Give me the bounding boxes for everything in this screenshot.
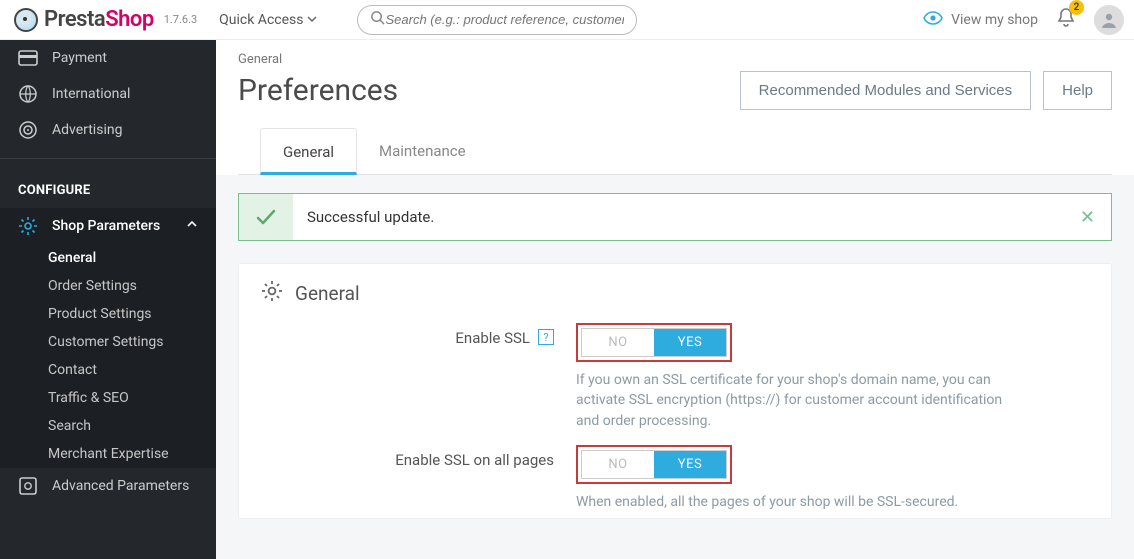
- topbar: PrestaShop 1.7.6.3 Quick Access View my …: [0, 0, 1134, 40]
- sidebar-item-shop-parameters[interactable]: Shop Parameters: [0, 208, 216, 244]
- sidebar-item-international[interactable]: International: [0, 76, 216, 112]
- notification-count-badge: 2: [1069, 0, 1084, 15]
- page-header: General Preferences Recommended Modules …: [216, 40, 1134, 175]
- field-enable-ssl: Enable SSL ? NO YES If you own an SSL ce…: [239, 315, 1111, 437]
- search-input[interactable]: [385, 12, 624, 27]
- sidebar-item-label: Advanced Parameters: [52, 478, 189, 494]
- globe-icon: [18, 84, 38, 104]
- sidebar-submenu-shop-parameters: General Order Settings Product Settings …: [0, 244, 216, 468]
- main-content: General Preferences Recommended Modules …: [216, 40, 1134, 559]
- page-title: Preferences: [238, 73, 398, 108]
- version-label: 1.7.6.3: [164, 13, 197, 26]
- panel-heading: General: [239, 264, 1111, 315]
- logo-icon: [14, 8, 38, 32]
- sidebar-item-label: Payment: [52, 50, 107, 66]
- sidebar-divider: [0, 158, 216, 159]
- recommended-modules-button[interactable]: Recommended Modules and Services: [740, 71, 1031, 110]
- tabs: General Maintenance: [238, 128, 1112, 175]
- bell-icon: [1056, 17, 1076, 33]
- sidebar-item-payment[interactable]: Payment: [0, 40, 216, 76]
- view-shop-link[interactable]: View my shop: [923, 11, 1038, 29]
- highlight-box: NO YES: [576, 445, 732, 484]
- check-icon: [239, 194, 293, 240]
- sidebar-sub-customer-settings[interactable]: Customer Settings: [0, 328, 216, 356]
- toggle-no[interactable]: NO: [582, 451, 654, 478]
- toggle-no[interactable]: NO: [582, 329, 654, 356]
- target-icon: [18, 120, 38, 140]
- gear-icon: [18, 216, 38, 236]
- search-icon: [370, 10, 385, 29]
- toggle-yes[interactable]: YES: [654, 329, 726, 356]
- toggle-yes[interactable]: YES: [654, 451, 726, 478]
- sidebar-sub-merchant-expertise[interactable]: Merchant Expertise: [0, 440, 216, 468]
- card-icon: [18, 48, 38, 68]
- panel-title: General: [295, 282, 360, 305]
- toggle-ssl-all[interactable]: NO YES: [581, 450, 727, 479]
- highlight-box: NO YES: [576, 323, 732, 362]
- sidebar-sub-general[interactable]: General: [0, 244, 216, 272]
- quick-access-label: Quick Access: [219, 12, 303, 28]
- alert-success: Successful update. ✕: [238, 193, 1112, 241]
- field-help: If you own an SSL certificate for your s…: [576, 370, 1016, 431]
- close-icon: ✕: [1080, 207, 1095, 228]
- chevron-up-icon: [186, 218, 198, 234]
- search-box[interactable]: [357, 5, 637, 35]
- field-enable-ssl-all: Enable SSL on all pages NO YES When enab…: [239, 437, 1111, 518]
- help-icon[interactable]: ?: [538, 329, 554, 345]
- sidebar-sub-order-settings[interactable]: Order Settings: [0, 272, 216, 300]
- tab-general[interactable]: General: [260, 128, 357, 175]
- view-shop-label: View my shop: [951, 12, 1038, 28]
- brand-logo[interactable]: PrestaShop: [10, 7, 158, 32]
- sidebar-item-label: Advertising: [52, 122, 122, 138]
- sidebar-item-advanced-parameters[interactable]: Advanced Parameters: [0, 468, 216, 504]
- chevron-down-icon: [307, 12, 317, 28]
- sidebar-section-title: CONFIGURE: [0, 169, 216, 208]
- settings-advanced-icon: [18, 476, 38, 496]
- content-area: Successful update. ✕ General Enable SSL: [216, 175, 1134, 559]
- breadcrumb: General: [238, 52, 1112, 67]
- toggle-ssl[interactable]: NO YES: [581, 328, 727, 357]
- quick-access-menu[interactable]: Quick Access: [219, 12, 317, 28]
- gear-icon: [261, 280, 283, 307]
- eye-icon: [923, 11, 943, 29]
- general-panel: General Enable SSL ? NO YES: [238, 263, 1112, 519]
- field-label: Enable SSL on all pages: [261, 445, 576, 512]
- sidebar-sub-contact[interactable]: Contact: [0, 356, 216, 384]
- alert-message: Successful update.: [293, 194, 1064, 240]
- field-label: Enable SSL ?: [261, 323, 576, 431]
- notifications-button[interactable]: 2: [1056, 7, 1076, 33]
- field-help: When enabled, all the pages of your shop…: [576, 492, 1016, 512]
- sidebar-sub-traffic-seo[interactable]: Traffic & SEO: [0, 384, 216, 412]
- user-avatar[interactable]: [1094, 5, 1124, 35]
- sidebar-sub-product-settings[interactable]: Product Settings: [0, 300, 216, 328]
- sidebar-item-advertising[interactable]: Advertising: [0, 112, 216, 148]
- person-icon: [1098, 9, 1120, 31]
- help-button[interactable]: Help: [1043, 71, 1112, 110]
- sidebar: Payment International Advertising CONFIG…: [0, 40, 216, 559]
- alert-close-button[interactable]: ✕: [1064, 207, 1111, 228]
- sidebar-item-label: International: [52, 86, 130, 102]
- tab-maintenance[interactable]: Maintenance: [357, 128, 488, 174]
- sidebar-sub-search[interactable]: Search: [0, 412, 216, 440]
- sidebar-item-label: Shop Parameters: [52, 218, 160, 234]
- brand-name: PrestaShop: [44, 7, 154, 32]
